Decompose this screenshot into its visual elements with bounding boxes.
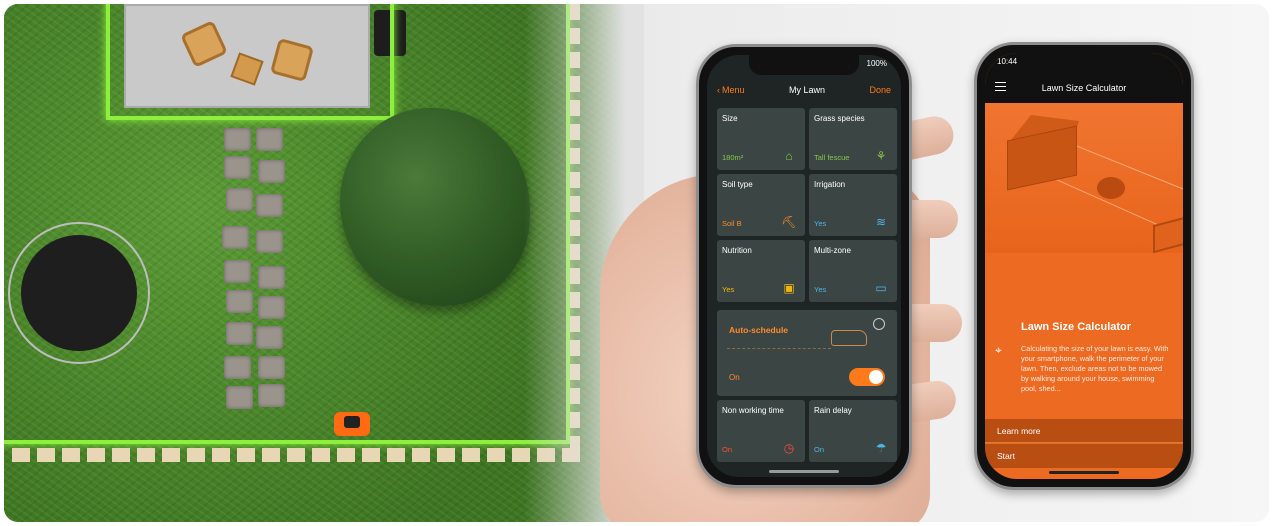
stepping-stone: [258, 356, 285, 379]
clock-icon: [873, 318, 885, 330]
stepping-stone: [256, 326, 283, 349]
banner: 100% ‹ Menu My Lawn Done Size 180m² ⌂ Gr…: [4, 4, 1269, 522]
trampoline: [21, 235, 137, 351]
notch: [749, 55, 859, 75]
tile-value: Yes: [814, 219, 827, 228]
tile-value: On: [722, 445, 733, 454]
stepping-stone: [258, 160, 285, 183]
phone-lawn-calculator: 10:44 Lawn Size Calculator Lawn Size Cal…: [974, 42, 1194, 490]
tree: [1097, 177, 1125, 199]
robot-mower: [334, 412, 370, 436]
home-indicator[interactable]: [1049, 471, 1119, 474]
home-indicator[interactable]: [769, 470, 839, 473]
stepping-stone: [222, 226, 249, 249]
tile-grass-species[interactable]: Grass species Tall fescue ⚘: [809, 108, 897, 170]
tile-label: Rain delay: [814, 406, 852, 415]
stepping-stone: [224, 260, 251, 283]
stepping-stone: [224, 356, 251, 379]
page-title: My Lawn: [788, 85, 825, 95]
tile-value: Soil B: [722, 219, 742, 228]
auto-schedule-toggle[interactable]: [849, 368, 885, 386]
header-title: Lawn Size Calculator: [1041, 83, 1127, 93]
start-button[interactable]: Start: [985, 444, 1183, 468]
tile-label: Multi-zone: [814, 246, 851, 255]
stepping-stone: [224, 156, 251, 179]
location-pin-icon: ⌖: [995, 343, 1002, 357]
tile-value: Yes: [722, 285, 735, 294]
stepping-stone: [258, 384, 285, 407]
tile-soil-type[interactable]: Soil type Soil B ⛏: [717, 174, 805, 236]
tile-label: Non working time: [722, 406, 784, 415]
tile-value: Tall fescue: [814, 153, 850, 162]
chevron-left-icon: ‹: [717, 85, 720, 95]
stepping-stone: [226, 386, 253, 409]
tile-label: Soil type: [722, 180, 753, 189]
stepping-stone: [226, 290, 253, 313]
stepping-stone: [256, 128, 283, 151]
tile-multi-zone[interactable]: Multi-zone Yes ▭: [809, 240, 897, 302]
battery-status: 100%: [866, 59, 887, 68]
phone-my-lawn: 100% ‹ Menu My Lawn Done Size 180m² ⌂ Gr…: [696, 44, 912, 488]
tile-value: On: [814, 445, 825, 454]
stepping-stone: [226, 322, 253, 345]
zones-icon: ▭: [875, 281, 887, 295]
stepping-stone: [224, 128, 251, 151]
clock-icon: ◷: [783, 441, 795, 455]
sprinkler-icon: ≋: [875, 215, 887, 229]
tile-label: Irrigation: [814, 180, 846, 189]
calculator-header: 10:44 Lawn Size Calculator: [985, 53, 1183, 103]
notch: [1029, 53, 1139, 73]
mower-icon: [831, 330, 867, 346]
tile-nutrition[interactable]: Nutrition Yes ▣: [717, 240, 805, 302]
fence-bottom: [12, 448, 586, 462]
menu-back-label: Menu: [722, 85, 745, 95]
lawn-size-icon: ⌂: [785, 149, 793, 163]
learn-more-button[interactable]: Learn more: [985, 419, 1183, 443]
auto-schedule-label: Auto-schedule: [729, 325, 789, 335]
stepping-stone: [226, 188, 253, 211]
tile-rain-delay[interactable]: Rain delay On ☂: [809, 400, 897, 462]
soil-icon: ⛏: [781, 215, 797, 229]
nav-bar: ‹ Menu My Lawn Done: [707, 77, 901, 103]
stepping-stone: [256, 194, 283, 217]
tile-size[interactable]: Size 180m² ⌂: [717, 108, 805, 170]
tile-non-working-time[interactable]: Non working time On ◷: [717, 400, 805, 462]
auto-schedule-card[interactable]: Auto-schedule On: [717, 310, 897, 396]
status-time: 10:44: [997, 57, 1018, 66]
tile-label: Grass species: [814, 114, 865, 123]
grass-icon: ⚘: [875, 149, 887, 163]
menu-back-button[interactable]: ‹ Menu: [717, 85, 745, 95]
fertilizer-icon: ▣: [783, 281, 795, 295]
tile-irrigation[interactable]: Irrigation Yes ≋: [809, 174, 897, 236]
stepping-stone: [256, 230, 283, 253]
stepping-stone: [258, 296, 285, 319]
card-description: Calculating the size of your lawn is eas…: [1021, 344, 1169, 393]
garden-illustration: [4, 4, 644, 522]
path-line: [727, 348, 831, 349]
card-title: Lawn Size Calculator: [1021, 321, 1132, 333]
tile-value: 180m²: [722, 153, 744, 162]
lawn-calculator-screen: 10:44 Lawn Size Calculator Lawn Size Cal…: [985, 53, 1183, 479]
stepping-stone: [258, 266, 285, 289]
rain-icon: ☂: [875, 441, 887, 455]
tile-value: Yes: [814, 285, 827, 294]
tile-label: Size: [722, 114, 738, 123]
done-button[interactable]: Done: [869, 85, 891, 95]
auto-schedule-state: On: [729, 373, 740, 382]
my-lawn-screen: 100% ‹ Menu My Lawn Done Size 180m² ⌂ Gr…: [707, 55, 901, 477]
tile-label: Nutrition: [722, 246, 752, 255]
